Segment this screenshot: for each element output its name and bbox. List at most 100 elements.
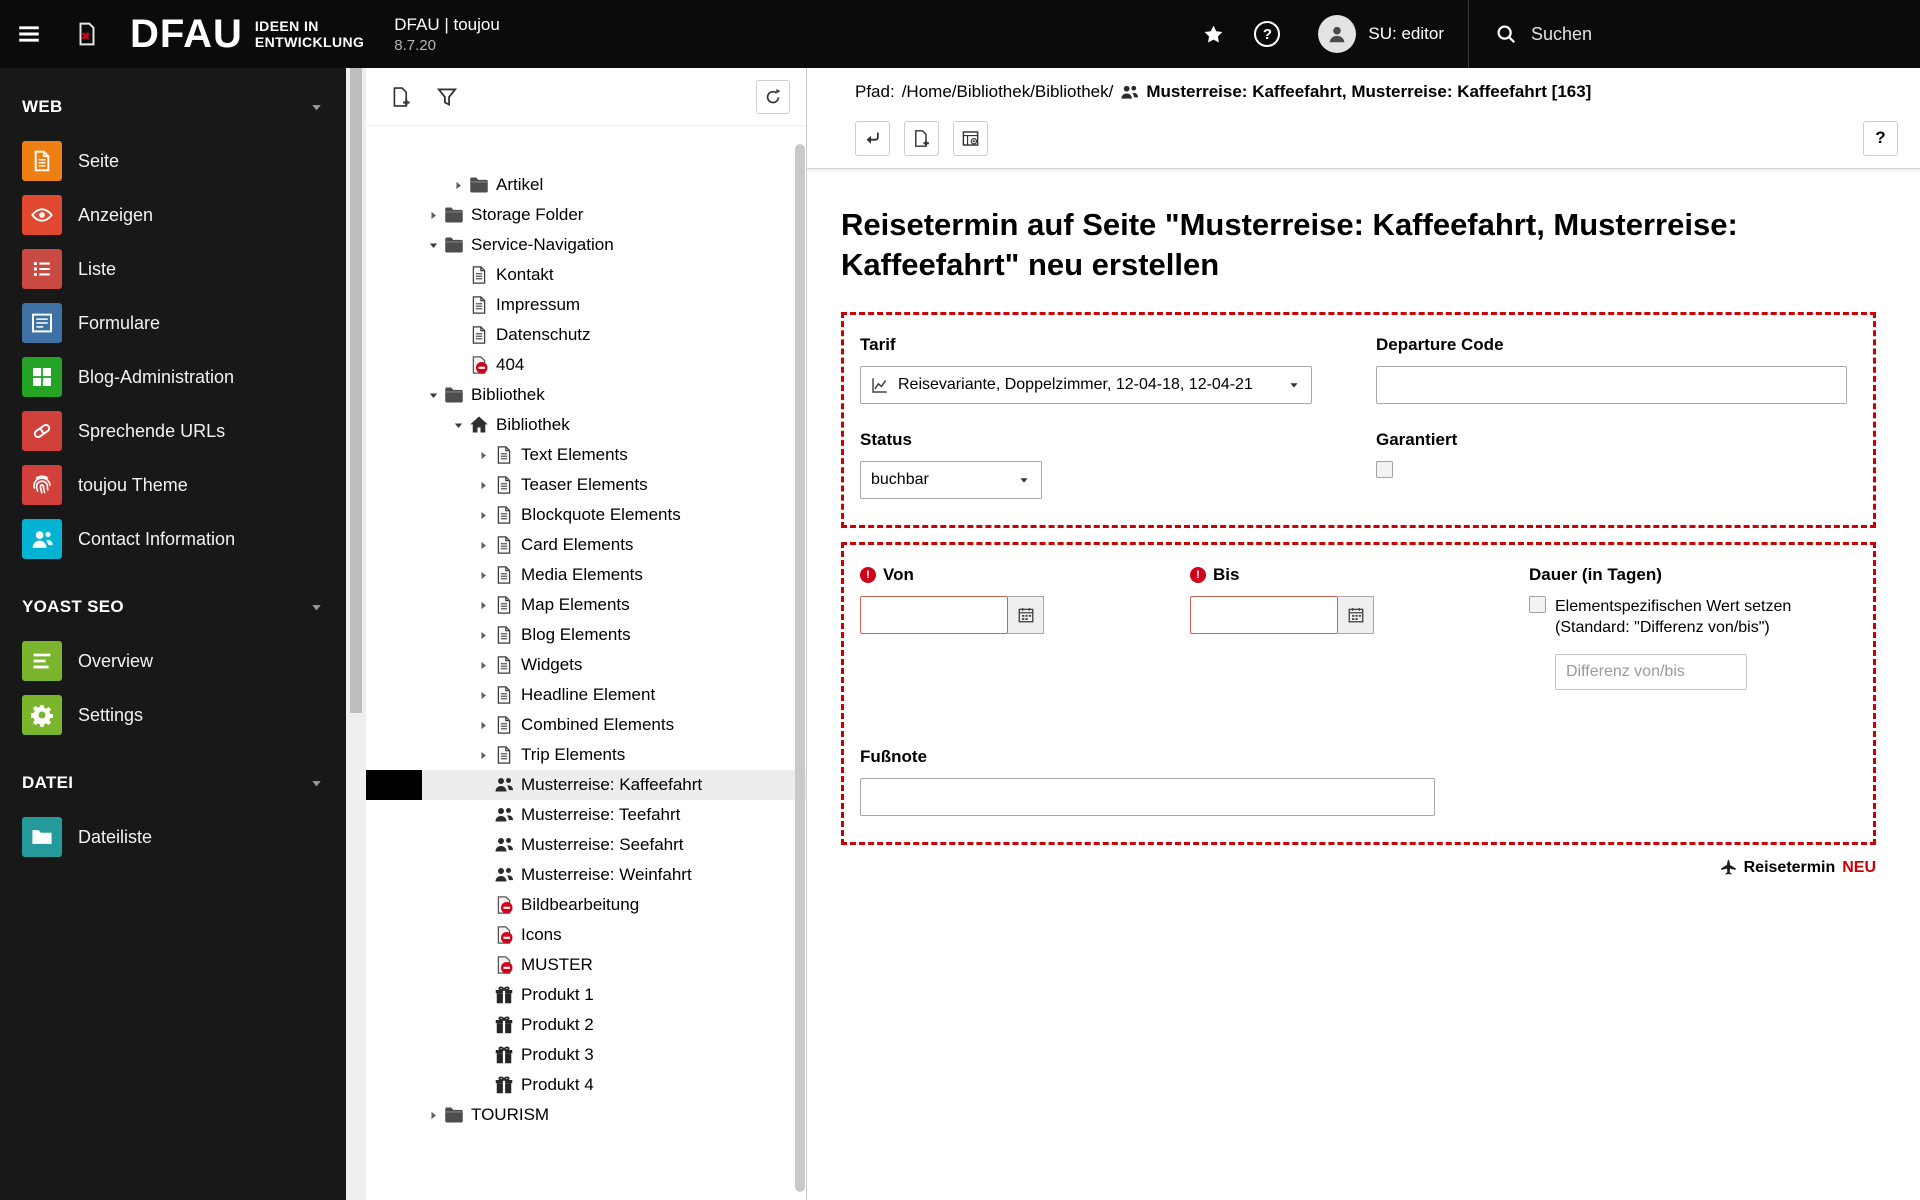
tree-scrollbar[interactable] bbox=[795, 144, 805, 1192]
sidebar-item-liste[interactable]: Liste bbox=[0, 242, 346, 296]
tree-item-artikel[interactable]: Artikel bbox=[366, 170, 806, 200]
tree-item-blockquote-elements[interactable]: Blockquote Elements bbox=[366, 500, 806, 530]
record-list-button[interactable] bbox=[953, 120, 988, 156]
departure-code-input[interactable] bbox=[1376, 365, 1847, 404]
chevron-right-icon[interactable] bbox=[472, 599, 494, 612]
tree-item-teaser-elements[interactable]: Teaser Elements bbox=[366, 470, 806, 500]
chevron-right-icon[interactable] bbox=[472, 539, 494, 552]
chevron-right-icon[interactable] bbox=[422, 209, 444, 222]
scrollbar-thumb[interactable] bbox=[795, 144, 805, 1192]
tree-item-kontakt[interactable]: Kontakt bbox=[366, 260, 806, 290]
tree-item-datenschutz[interactable]: Datenschutz bbox=[366, 320, 806, 350]
sidebar-item-formulare[interactable]: Formulare bbox=[0, 296, 346, 350]
new-record-button[interactable] bbox=[904, 120, 939, 156]
tree-item-bibliothek[interactable]: Bibliothek bbox=[366, 380, 806, 410]
status-select[interactable]: buchbar bbox=[860, 460, 1042, 499]
tree-item-label: Card Elements bbox=[521, 535, 634, 554]
bis-calendar-button[interactable] bbox=[1338, 595, 1374, 634]
tree-item-impressum[interactable]: Impressum bbox=[366, 290, 806, 320]
global-search[interactable]: Suchen bbox=[1468, 0, 1920, 68]
tree-item-widgets[interactable]: Widgets bbox=[366, 650, 806, 680]
bis-input[interactable] bbox=[1190, 595, 1338, 634]
chevron-down-icon[interactable] bbox=[422, 389, 444, 402]
chevron-right-icon[interactable] bbox=[472, 719, 494, 732]
tree-item-map-elements[interactable]: Map Elements bbox=[366, 590, 806, 620]
bookmark-button[interactable] bbox=[1186, 0, 1240, 68]
search-icon bbox=[1495, 23, 1517, 45]
tree-item-trip-elements[interactable]: Trip Elements bbox=[366, 740, 806, 770]
tree-item-produkt-1[interactable]: Produkt 1 bbox=[366, 980, 806, 1010]
sidebar-item-overview[interactable]: Overview bbox=[0, 634, 346, 688]
status-value: buchbar bbox=[871, 470, 929, 488]
folder-icon bbox=[469, 175, 489, 195]
tree-item-label: Produkt 3 bbox=[521, 1045, 594, 1064]
tree-item-icons[interactable]: Icons bbox=[366, 920, 806, 950]
chevron-right-icon[interactable] bbox=[472, 659, 494, 672]
home-icon bbox=[469, 415, 489, 435]
chevron-right-icon[interactable] bbox=[472, 749, 494, 762]
scrollbar-thumb[interactable] bbox=[350, 68, 362, 713]
tree-item-card-elements[interactable]: Card Elements bbox=[366, 530, 806, 560]
close-button[interactable] bbox=[855, 120, 890, 156]
tree-item-produkt-3[interactable]: Produkt 3 bbox=[366, 1040, 806, 1070]
tree-item-404[interactable]: 404 bbox=[366, 350, 806, 380]
dauer-input[interactable] bbox=[1555, 653, 1747, 690]
tree-item-tourism[interactable]: TOURISM bbox=[366, 1100, 806, 1130]
chevron-right-icon[interactable] bbox=[472, 479, 494, 492]
tree-item-musterreise-kaffeefahrt[interactable]: Musterreise: Kaffeefahrt bbox=[366, 770, 806, 800]
chevron-right-icon[interactable] bbox=[472, 509, 494, 522]
tree-item-produkt-4[interactable]: Produkt 4 bbox=[366, 1070, 806, 1100]
tree-item-text-elements[interactable]: Text Elements bbox=[366, 440, 806, 470]
tree-item-media-elements[interactable]: Media Elements bbox=[366, 560, 806, 590]
sidebar-item-toujou-theme[interactable]: toujou Theme bbox=[0, 458, 346, 512]
sidebar-item-dateiliste[interactable]: Dateiliste bbox=[0, 810, 346, 864]
tree-item-musterreise-teefahrt[interactable]: Musterreise: Teefahrt bbox=[366, 800, 806, 830]
users-icon bbox=[1120, 83, 1139, 102]
sidebar-scrollbar[interactable] bbox=[346, 68, 366, 1200]
filter-button[interactable] bbox=[432, 82, 462, 112]
von-input[interactable] bbox=[860, 595, 1008, 634]
tree-item-produkt-2[interactable]: Produkt 2 bbox=[366, 1010, 806, 1040]
dauer-override-checkbox[interactable] bbox=[1529, 595, 1546, 613]
tree-item-service-navigation[interactable]: Service-Navigation bbox=[366, 230, 806, 260]
chevron-right-icon[interactable] bbox=[472, 569, 494, 582]
chevron-down-icon[interactable] bbox=[447, 419, 469, 432]
von-calendar-button[interactable] bbox=[1008, 595, 1044, 634]
chevron-right-icon[interactable] bbox=[472, 689, 494, 702]
chevron-right-icon[interactable] bbox=[472, 629, 494, 642]
doc-close-button[interactable] bbox=[58, 0, 116, 68]
chevron-right-icon[interactable] bbox=[422, 1109, 444, 1122]
tree-item-combined-elements[interactable]: Combined Elements bbox=[366, 710, 806, 740]
tarif-select[interactable]: Reisevariante, Doppelzimmer, 12-04-18, 1… bbox=[860, 365, 1312, 404]
chevron-right-icon[interactable] bbox=[472, 449, 494, 462]
sidebar-item-seite[interactable]: Seite bbox=[0, 134, 346, 188]
new-badge: NEU bbox=[1842, 858, 1876, 876]
refresh-tree-button[interactable] bbox=[756, 79, 790, 114]
tree-item-storage-folder[interactable]: Storage Folder bbox=[366, 200, 806, 230]
menu-toggle-button[interactable] bbox=[0, 0, 58, 68]
sidebar-item-settings[interactable]: Settings bbox=[0, 688, 346, 742]
user-menu[interactable]: SU: editor bbox=[1294, 0, 1468, 68]
new-page-button[interactable] bbox=[386, 82, 416, 112]
chevron-down-icon[interactable] bbox=[422, 239, 444, 252]
tree-item-blog-elements[interactable]: Blog Elements bbox=[366, 620, 806, 650]
sidebar-item-anzeigen[interactable]: Anzeigen bbox=[0, 188, 346, 242]
tree-item-headline-element[interactable]: Headline Element bbox=[366, 680, 806, 710]
tree-item-musterreise-seefahrt[interactable]: Musterreise: Seefahrt bbox=[366, 830, 806, 860]
sidebar-section-header-web[interactable]: WEB bbox=[0, 80, 346, 134]
sidebar-item-sprechende-urls[interactable]: Sprechende URLs bbox=[0, 404, 346, 458]
tree-item-label: Produkt 4 bbox=[521, 1075, 594, 1094]
chevron-right-icon[interactable] bbox=[447, 179, 469, 192]
sidebar-section-header-datei[interactable]: DATEI bbox=[0, 756, 346, 810]
tree-item-bildbearbeitung[interactable]: Bildbearbeitung bbox=[366, 890, 806, 920]
docheader-help-button[interactable] bbox=[1863, 120, 1898, 156]
sidebar-item-blog-administration[interactable]: Blog-Administration bbox=[0, 350, 346, 404]
sidebar-section-header-yoast-seo[interactable]: YOAST SEO bbox=[0, 580, 346, 634]
tree-item-musterreise-weinfahrt[interactable]: Musterreise: Weinfahrt bbox=[366, 860, 806, 890]
tree-item-muster[interactable]: MUSTER bbox=[366, 950, 806, 980]
garantiert-checkbox[interactable] bbox=[1376, 460, 1393, 478]
help-button[interactable] bbox=[1240, 0, 1294, 68]
sidebar-item-contact-information[interactable]: Contact Information bbox=[0, 512, 346, 566]
fussnote-input[interactable] bbox=[860, 777, 1435, 816]
tree-item-bibliothek[interactable]: Bibliothek bbox=[366, 410, 806, 440]
